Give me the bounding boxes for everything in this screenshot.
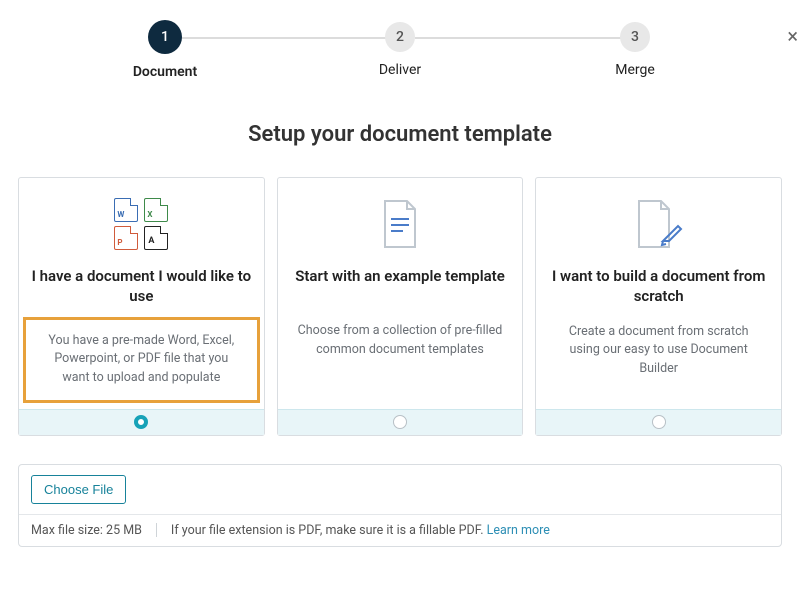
document-lines-icon: [379, 196, 421, 252]
card-radio[interactable]: [393, 415, 407, 429]
card-existing-document[interactable]: W X P A I have a document I would like t…: [18, 177, 265, 436]
step-label: Document: [133, 64, 197, 80]
card-build-from-scratch[interactable]: I want to build a document from scratch …: [535, 177, 782, 436]
step-number: 3: [620, 22, 650, 52]
card-title: I want to build a document from scratch: [548, 266, 769, 307]
file-upload-panel: Choose File Max file size: 25 MB If your…: [18, 464, 782, 547]
step-label: Merge: [615, 62, 655, 78]
card-title: Start with an example template: [295, 266, 505, 306]
card-selector-bar[interactable]: [19, 409, 264, 435]
excel-icon: X: [144, 198, 168, 222]
card-radio[interactable]: [652, 415, 666, 429]
step-deliver[interactable]: 2 Deliver: [355, 22, 445, 78]
card-description: Choose from a collection of pre-filled c…: [290, 322, 511, 360]
powerpoint-icon: P: [114, 226, 138, 250]
card-example-template[interactable]: Start with an example template Choose fr…: [277, 177, 524, 436]
pdf-icon: A: [144, 226, 168, 250]
pdf-note-text: If your file extension is PDF, make sure…: [171, 523, 550, 538]
filetype-icons: W X P A: [114, 196, 168, 252]
card-radio[interactable]: [134, 415, 148, 429]
card-selector-bar[interactable]: [278, 409, 523, 435]
learn-more-link[interactable]: Learn more: [487, 523, 550, 538]
document-edit-icon: [633, 196, 685, 252]
step-number: 2: [385, 22, 415, 52]
step-document[interactable]: 1 Document: [120, 22, 210, 80]
card-description: You have a pre-made Word, Excel, Powerpo…: [36, 332, 247, 388]
word-icon: W: [114, 198, 138, 222]
template-option-cards: W X P A I have a document I would like t…: [0, 177, 800, 436]
card-selector-bar[interactable]: [536, 409, 781, 435]
card-description: Create a document from scratch using our…: [548, 323, 769, 379]
divider: [156, 523, 157, 537]
step-merge[interactable]: 3 Merge: [590, 22, 680, 78]
close-icon[interactable]: ×: [787, 26, 798, 46]
max-file-size-text: Max file size: 25 MB: [31, 523, 142, 538]
step-number: 1: [148, 20, 182, 54]
card-title: I have a document I would like to use: [31, 266, 252, 307]
page-title: Setup your document template: [0, 122, 800, 147]
choose-file-button[interactable]: Choose File: [31, 475, 126, 504]
step-label: Deliver: [379, 62, 421, 78]
wizard-stepper: 1 Document 2 Deliver 3 Merge: [120, 22, 680, 80]
